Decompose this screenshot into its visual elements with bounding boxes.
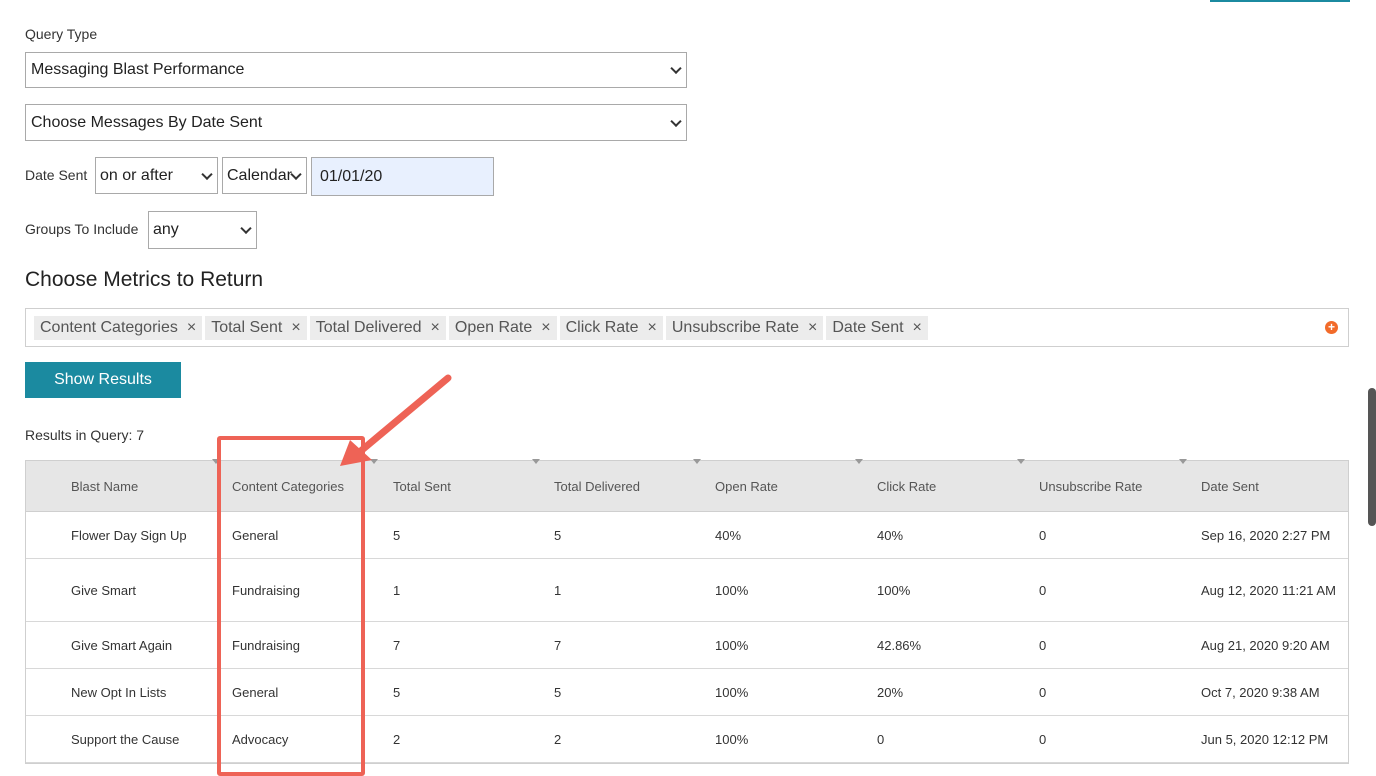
annotation-arrow-icon xyxy=(340,374,452,466)
